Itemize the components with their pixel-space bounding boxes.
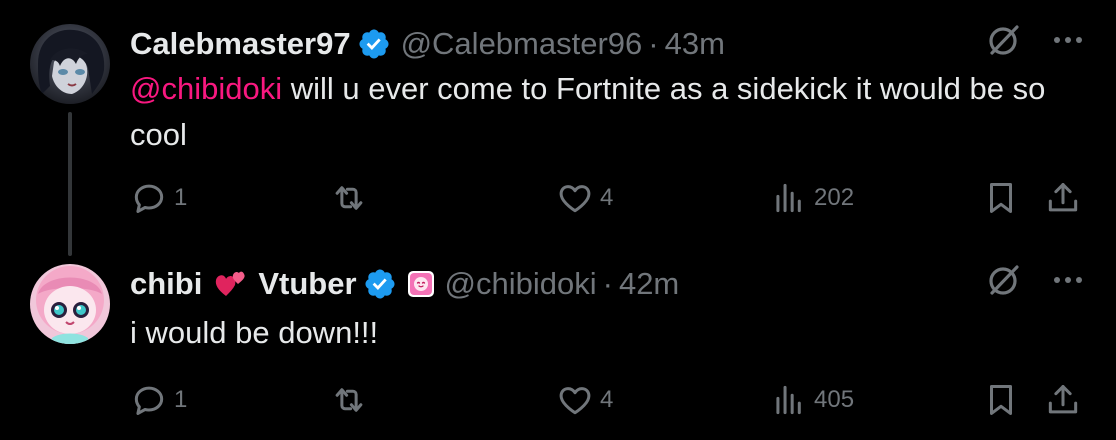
views-icon	[776, 183, 801, 213]
two-hearts-emoji-icon	[214, 268, 248, 300]
tweet-header: Calebmaster97 @Calebmaster96 · 43m	[130, 24, 1086, 64]
like-count: 4	[600, 386, 614, 413]
share-icon	[1048, 183, 1078, 212]
heart-icon	[559, 185, 591, 213]
action-bar: 1 4 202	[130, 178, 1086, 218]
timestamp[interactable]: 43m	[665, 26, 725, 62]
reply-button[interactable]: 1	[130, 380, 187, 420]
reply-icon	[134, 386, 164, 415]
tweet-text: @chibidoki will u ever come to Fortnite …	[130, 66, 1056, 158]
thread-line	[68, 112, 72, 256]
separator-dot: ·	[648, 26, 659, 61]
bookmark-icon	[989, 385, 1013, 415]
like-count: 4	[600, 184, 614, 211]
user-handle[interactable]: @Calebmaster96	[401, 26, 643, 62]
tweet-1[interactable]: Calebmaster97 @Calebmaster96 · 43m @chib…	[0, 0, 1116, 256]
reply-icon	[134, 184, 164, 213]
reply-count: 1	[174, 386, 188, 413]
share-button[interactable]	[1044, 178, 1082, 218]
action-bar: 1 4 405	[130, 380, 1086, 420]
timestamp[interactable]: 42m	[619, 266, 679, 302]
reply-button[interactable]: 1	[130, 178, 187, 218]
retweet-button[interactable]	[330, 178, 368, 218]
view-count: 202	[814, 184, 855, 211]
heart-icon	[559, 387, 591, 415]
more-icon[interactable]	[1050, 22, 1086, 66]
bookmark-button[interactable]	[982, 380, 1020, 420]
more-icon[interactable]	[1050, 262, 1086, 306]
tweet-text: i would be down!!!	[130, 315, 379, 350]
share-icon	[1048, 385, 1078, 414]
mention-link[interactable]: @chibidoki	[130, 71, 282, 106]
retweet-icon	[335, 186, 363, 210]
bookmark-icon	[989, 183, 1013, 213]
avatar[interactable]	[30, 264, 110, 344]
reply-count: 1	[174, 184, 188, 211]
like-button[interactable]: 4	[556, 380, 613, 420]
grok-icon[interactable]	[984, 260, 1024, 308]
share-button[interactable]	[1044, 380, 1082, 420]
retweet-icon	[335, 388, 363, 412]
views-button[interactable]: 202	[770, 178, 854, 218]
grok-icon[interactable]	[984, 20, 1024, 68]
bookmark-button[interactable]	[982, 178, 1020, 218]
display-name[interactable]: Calebmaster97	[130, 26, 351, 62]
affiliation-badge-icon[interactable]	[407, 270, 435, 298]
retweet-button[interactable]	[330, 380, 368, 420]
separator-dot: ·	[602, 266, 613, 301]
display-name-first[interactable]: chibi	[130, 266, 202, 302]
avatar[interactable]	[30, 24, 110, 104]
views-button[interactable]: 405	[770, 380, 854, 420]
tweet-header: chibi Vtuber @chibidoki · 42m	[130, 264, 1086, 304]
view-count: 405	[814, 386, 855, 413]
verified-badge-icon[interactable]	[357, 27, 391, 61]
like-button[interactable]: 4	[556, 178, 613, 218]
display-name-second[interactable]: Vtuber	[258, 266, 356, 302]
user-handle[interactable]: @chibidoki	[445, 266, 597, 302]
verified-badge-icon[interactable]	[363, 267, 397, 301]
views-icon	[776, 385, 801, 415]
tweet-2[interactable]: chibi Vtuber @chibidoki · 42m i would be…	[0, 250, 1116, 440]
